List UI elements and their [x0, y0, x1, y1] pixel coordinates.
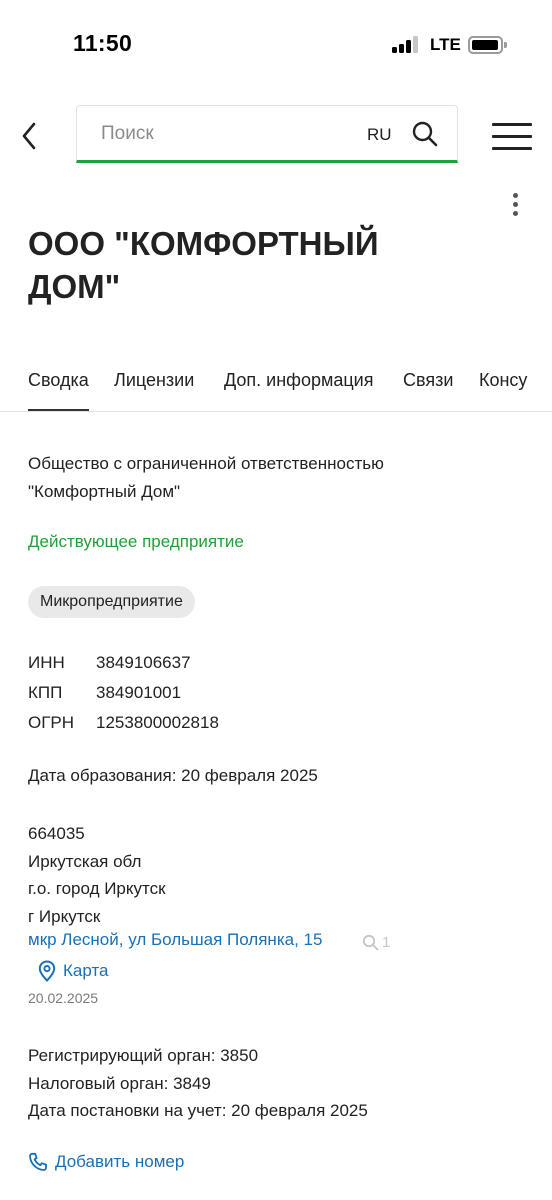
code-label: ИНН	[28, 653, 65, 672]
page-title-line-2: ДОМ"	[28, 268, 121, 305]
chevron-left-icon	[22, 122, 36, 150]
address-district: г.о. город Иркутск	[28, 879, 166, 898]
page-title: ООО "КОМФОРТНЫЙ ДОМ"	[28, 222, 478, 308]
company-full-name: Общество с ограниченной ответственностью…	[28, 450, 528, 506]
search-icon	[362, 934, 379, 951]
tab-licenses[interactable]: Лицензии	[114, 370, 194, 411]
more-options-icon[interactable]	[506, 190, 526, 220]
search-icon[interactable]	[411, 120, 439, 148]
code-row-ogrn: ОГРН 1253800002818	[28, 708, 219, 738]
code-value: 1253800002818	[96, 713, 219, 732]
registering-authority: Регистрирующий орган: 3850	[28, 1046, 259, 1065]
map-link[interactable]: Карта	[38, 960, 109, 982]
signal-strength-icon	[392, 36, 422, 53]
tab-connections[interactable]: Связи	[403, 370, 453, 411]
code-row-inn: ИНН 3849106637	[28, 648, 219, 678]
back-button[interactable]	[14, 118, 44, 154]
tab-bar: Сводка Лицензии Доп. информация Связи Ко…	[0, 362, 552, 412]
language-selector[interactable]: RU	[367, 125, 392, 145]
code-value: 384901001	[96, 683, 182, 702]
registration-info: Регистрирующий орган: 3850 Налоговый орг…	[28, 1042, 368, 1125]
registration-date: Дата образования: 20 февраля 2025	[28, 766, 318, 785]
address-date: 20.02.2025	[28, 990, 99, 1006]
code-label: КПП	[28, 683, 63, 702]
size-category-badge: Микропредприятие	[28, 586, 195, 618]
address-block: 664035 Иркутская обл г.о. город Иркутск …	[28, 820, 166, 930]
address-search-button[interactable]: 1	[362, 934, 390, 951]
add-phone-button[interactable]: Добавить номер	[28, 1152, 184, 1172]
code-row-kpp: КПП 384901001	[28, 678, 219, 708]
tab-additional-info[interactable]: Доп. информация	[224, 370, 373, 411]
map-pin-icon	[38, 960, 56, 982]
search-bar[interactable]: RU	[76, 105, 458, 163]
status-bar: 11:50 LTE	[0, 0, 552, 90]
postal-code: 664035	[28, 824, 85, 843]
tax-registration-date: Дата постановки на учет: 20 февраля 2025	[28, 1101, 368, 1120]
hamburger-menu-button[interactable]	[492, 120, 534, 152]
address-street-link[interactable]: мкр Лесной, ул Большая Полянка, 15	[28, 930, 322, 950]
network-type: LTE	[430, 35, 461, 54]
page-title-line-1: ООО "КОМФОРТНЫЙ	[28, 225, 379, 262]
address-city: г Иркутск	[28, 906, 101, 926]
tab-summary[interactable]: Сводка	[28, 370, 89, 411]
code-label: ОГРН	[28, 713, 75, 732]
tax-authority: Налоговый орган: 3849	[28, 1073, 211, 1093]
search-input[interactable]	[101, 120, 351, 148]
address-search-count: 1	[382, 934, 391, 951]
status-time: 11:50	[73, 30, 133, 56]
full-name-line-2: "Комфортный Дом"	[28, 482, 181, 501]
address-region: Иркутская обл	[28, 851, 142, 871]
company-status: Действующее предприятие	[28, 532, 244, 551]
full-name-line-1: Общество с ограниченной ответственностью	[28, 454, 384, 473]
add-phone-label: Добавить номер	[55, 1152, 185, 1171]
tab-consult[interactable]: Консу	[479, 370, 527, 411]
code-value: 3849106637	[96, 653, 191, 672]
phone-icon	[29, 1152, 47, 1171]
battery-icon	[468, 36, 507, 54]
map-link-label: Карта	[63, 961, 109, 980]
company-codes: ИНН 3849106637 КПП 384901001 ОГРН 125380…	[28, 648, 219, 738]
